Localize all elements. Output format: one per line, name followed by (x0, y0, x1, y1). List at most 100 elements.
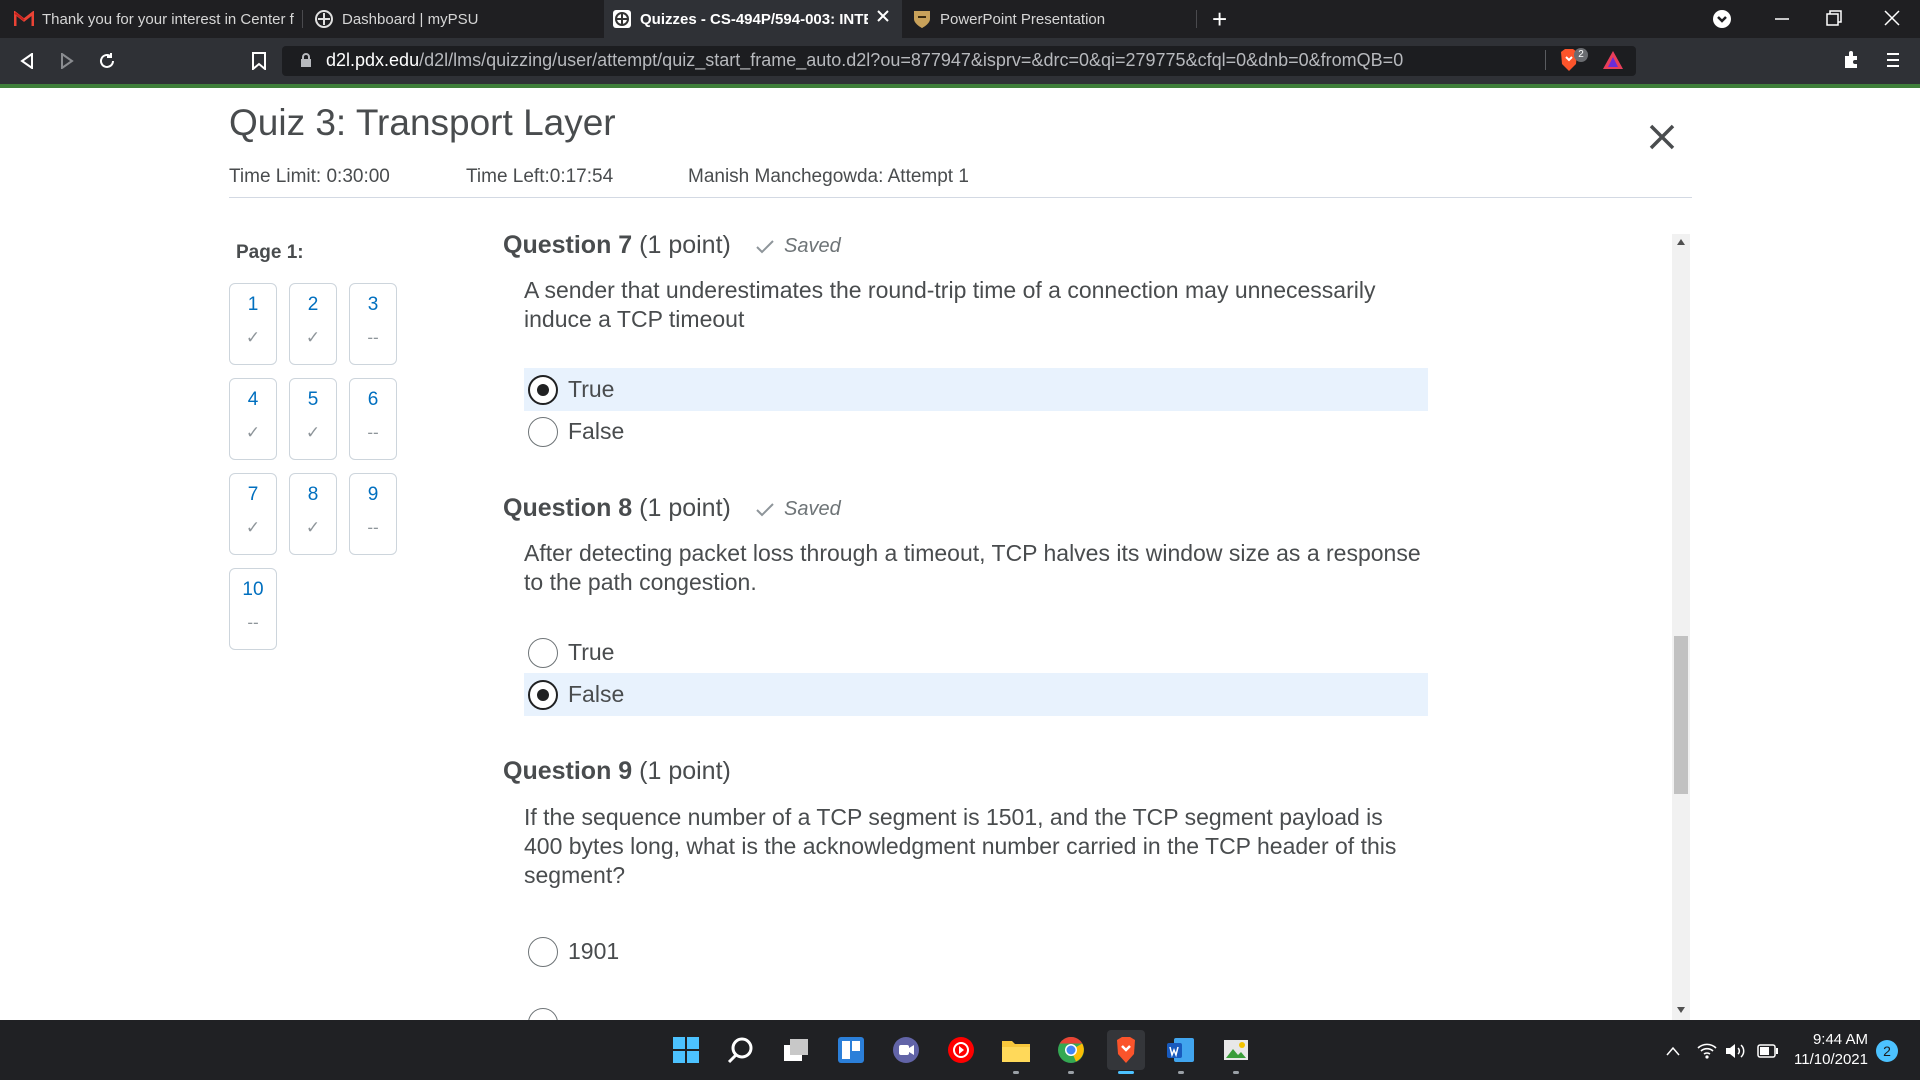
header-divider (229, 197, 1692, 198)
attempt-info: Manish Manchegowda: Attempt 1 (688, 166, 969, 187)
nav-status: ✓ (245, 423, 261, 442)
teams-chat-icon[interactable] (887, 1030, 925, 1070)
tab-powerpoint[interactable]: PowerPoint Presentation (912, 0, 1192, 38)
close-tab-icon[interactable] (876, 9, 890, 23)
chevron-up-icon[interactable] (1664, 1040, 1682, 1062)
chrome-icon[interactable] (1052, 1030, 1090, 1070)
windows-start-icon[interactable] (667, 1030, 705, 1070)
tab-search-icon[interactable] (1712, 9, 1732, 29)
d2l-icon (314, 9, 334, 29)
radio-button[interactable] (528, 374, 558, 405)
minimize-icon[interactable] (1774, 9, 1790, 29)
question-number: Question 8 (503, 494, 633, 522)
gmail-icon (14, 9, 34, 29)
answer-option-1901[interactable]: 1901 (524, 930, 1428, 973)
brave-rewards-icon[interactable] (1602, 50, 1624, 70)
answer-option-true[interactable]: True (524, 631, 1428, 674)
answer-option-true[interactable]: True (524, 368, 1428, 411)
back-icon[interactable] (16, 50, 38, 72)
radio-button[interactable] (528, 416, 558, 447)
option-label: False (568, 418, 625, 444)
question-number: Question 9 (503, 757, 633, 785)
tab-label: Dashboard | myPSU (342, 10, 479, 28)
reload-icon[interactable] (96, 50, 118, 72)
tab-gmail[interactable]: Thank you for your interest in Center f (14, 0, 296, 38)
new-tab-button[interactable]: + (1212, 6, 1227, 32)
widgets-icon[interactable] (832, 1030, 870, 1070)
photo-app-icon[interactable] (1217, 1030, 1255, 1070)
nav-number: 1 (247, 294, 259, 315)
question-nav-9[interactable]: 9 -- (349, 473, 397, 555)
scrollbar-thumb[interactable] (1674, 636, 1688, 794)
radio-button[interactable] (528, 936, 558, 967)
question-number: Question 7 (503, 231, 633, 259)
nav-status: -- (367, 328, 379, 347)
nav-number: 6 (367, 389, 379, 410)
lock-icon[interactable] (300, 53, 312, 68)
question-text: After detecting packet loss through a ti… (524, 540, 1421, 595)
bookmark-icon[interactable] (248, 50, 270, 72)
saved-label: Saved (784, 498, 841, 520)
option-label: 1901 (568, 938, 620, 964)
tab-label: Thank you for your interest in Center f (42, 10, 294, 28)
restore-window-icon[interactable] (1826, 10, 1842, 26)
saved-label: Saved (784, 235, 841, 257)
browser-tab-strip: Thank you for your interest in Center f … (0, 0, 1920, 38)
forward-icon[interactable] (56, 50, 78, 72)
nav-number: 5 (307, 389, 319, 410)
quiz-page: Quiz 3: Transport Layer Time Limit: 0:30… (0, 88, 1920, 1020)
word-icon[interactable] (1162, 1030, 1200, 1070)
youtube-music-icon[interactable] (942, 1030, 980, 1070)
answer-option-false[interactable]: False (524, 673, 1428, 716)
question-nav-8[interactable]: 8 ✓ (289, 473, 337, 555)
option-label: True (568, 376, 615, 402)
extensions-icon[interactable] (1842, 50, 1862, 70)
nav-status: ✓ (305, 518, 321, 537)
close-quiz-icon[interactable] (1645, 120, 1679, 154)
clock-date[interactable]: 11/10/2021 (1792, 1051, 1868, 1068)
scrollbar-track[interactable] (1672, 234, 1690, 1020)
page-label: Page 1: (236, 242, 304, 263)
url-host: d2l.pdx.edu (326, 50, 420, 70)
nav-status: ✓ (305, 423, 321, 442)
question-nav-4[interactable]: 4 ✓ (229, 378, 277, 460)
answer-option-false[interactable]: False (524, 410, 1428, 453)
nav-number: 2 (307, 294, 319, 315)
question-points: (1 point) (639, 757, 731, 785)
wifi-icon[interactable] (1696, 1040, 1718, 1062)
question-nav-5[interactable]: 5 ✓ (289, 378, 337, 460)
close-window-icon[interactable] (1884, 10, 1900, 26)
battery-icon[interactable] (1756, 1040, 1780, 1062)
scroll-up-icon[interactable] (1676, 238, 1686, 248)
brave-icon[interactable] (1107, 1030, 1145, 1070)
tab-dashboard[interactable]: Dashboard | myPSU (314, 0, 604, 38)
d2l-icon (612, 9, 632, 29)
partial-radio-button[interactable] (528, 1008, 558, 1020)
scroll-down-icon[interactable] (1676, 1006, 1686, 1016)
file-explorer-icon[interactable] (997, 1030, 1035, 1070)
clock-time[interactable]: 9:44 AM (1800, 1031, 1868, 1048)
radio-button[interactable] (528, 679, 558, 710)
tab-quizzes[interactable]: Quizzes - CS-494P/594-003: INTE (604, 0, 902, 38)
question-nav-2[interactable]: 2 ✓ (289, 283, 337, 365)
question-nav-10[interactable]: 10 -- (229, 568, 277, 650)
task-view-icon[interactable] (777, 1030, 815, 1070)
notification-badge[interactable]: 2 (1876, 1040, 1898, 1062)
nav-status: ✓ (305, 328, 321, 347)
running-indicator (1233, 1071, 1239, 1074)
question-nav-3[interactable]: 3 -- (349, 283, 397, 365)
nav-status: -- (367, 423, 379, 442)
nav-number: 3 (367, 294, 379, 315)
shields-count-badge: 2 (1574, 48, 1588, 62)
question-nav-6[interactable]: 6 -- (349, 378, 397, 460)
question-nav-1[interactable]: 1 ✓ (229, 283, 277, 365)
question-points: (1 point) (639, 494, 731, 522)
running-indicator (1013, 1071, 1019, 1074)
menu-icon[interactable] (1886, 51, 1900, 69)
radio-button[interactable] (528, 637, 558, 668)
url-text: d2l.pdx.edu/d2l/lms/quizzing/user/attemp… (326, 50, 1403, 71)
volume-icon[interactable] (1724, 1040, 1748, 1062)
question-nav-7[interactable]: 7 ✓ (229, 473, 277, 555)
search-icon[interactable] (722, 1030, 760, 1070)
time-left: Time Left:0:17:54 (466, 166, 614, 187)
